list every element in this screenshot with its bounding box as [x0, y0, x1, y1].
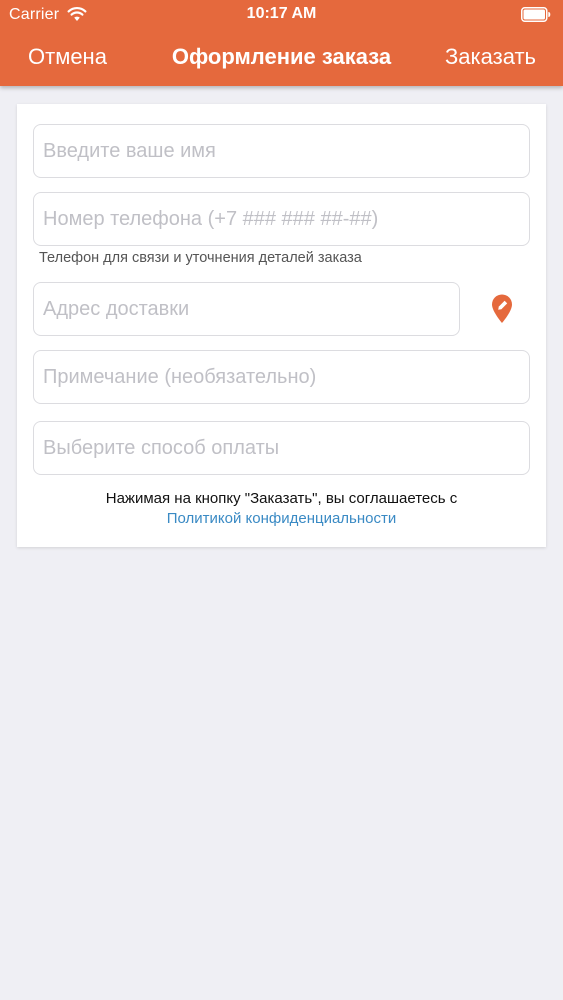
status-time: 10:17 AM	[246, 5, 317, 22]
privacy-policy-link[interactable]: Политикой конфиденциальности	[17, 510, 546, 527]
battery-icon	[521, 7, 551, 22]
map-pin-edit-icon[interactable]	[491, 294, 513, 324]
order-button[interactable]: Заказать	[445, 44, 536, 70]
top-bar: Carrier 10:17 AM Отмена Оформление заказ…	[0, 0, 563, 86]
name-input[interactable]	[33, 124, 530, 178]
payment-method-select[interactable]	[33, 421, 530, 475]
phone-input[interactable]	[33, 192, 530, 246]
status-bar: Carrier 10:17 AM	[0, 0, 563, 30]
navigation-bar: Отмена Оформление заказа Заказать	[0, 30, 563, 86]
note-input[interactable]	[33, 350, 530, 404]
agreement-text: Нажимая на кнопку "Заказать", вы соглаша…	[105, 490, 458, 507]
order-form-card: Телефон для связи и уточнения деталей за…	[17, 104, 546, 547]
address-input[interactable]	[33, 282, 460, 336]
phone-hint-label: Телефон для связи и уточнения деталей за…	[39, 250, 362, 266]
